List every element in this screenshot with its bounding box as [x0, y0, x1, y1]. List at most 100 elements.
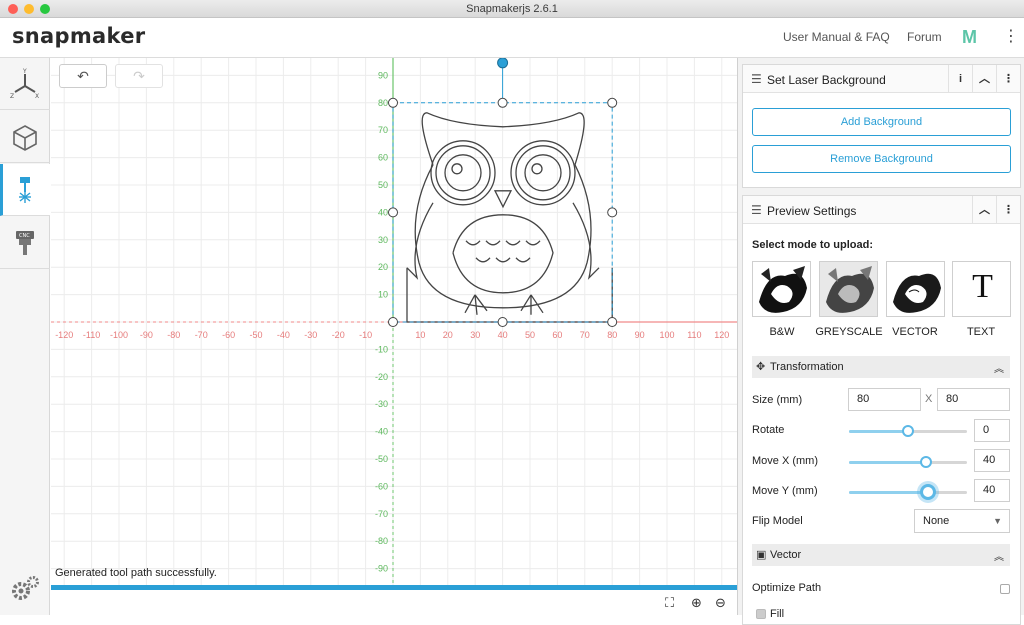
image-icon: ▣	[756, 549, 767, 561]
y-tick-label: -20	[375, 372, 388, 382]
move-x-slider[interactable]	[849, 456, 967, 468]
brand-m-icon[interactable]: M	[962, 27, 977, 48]
rotate-input[interactable]: 0	[974, 419, 1010, 442]
y-tick-label: -40	[375, 427, 388, 437]
svg-text:CNC: CNC	[19, 233, 30, 239]
move-x-label: Move X (mm)	[752, 455, 818, 467]
collapse-icon[interactable]: ︿	[972, 196, 996, 224]
fit-view-icon[interactable]: ⛶	[665, 595, 674, 611]
canvas-bottom-toolbar: ⛶ ⊕ ⊖	[51, 590, 737, 615]
resize-handle	[607, 207, 618, 218]
y-tick-label: 30	[378, 235, 388, 245]
minimize-window-button[interactable]	[24, 4, 34, 14]
y-tick-label: -90	[375, 564, 388, 574]
add-background-button[interactable]: Add Background	[752, 108, 1011, 136]
flip-model-select[interactable]: None ▼	[914, 509, 1010, 533]
x-tick-label: 50	[525, 330, 535, 340]
resize-handle	[388, 207, 398, 218]
transformation-title: Transformation	[770, 361, 844, 373]
move-y-slider[interactable]	[849, 484, 967, 500]
undo-button[interactable]: ↶	[59, 64, 107, 88]
redo-button[interactable]: ↷	[115, 64, 163, 88]
y-tick-label: -70	[375, 509, 388, 519]
drag-handle-icon[interactable]: ☰	[751, 203, 762, 217]
axes-icon: Y Z X	[10, 68, 39, 100]
collapse-chevron-icon: ︽	[994, 364, 1004, 375]
info-icon[interactable]: i	[948, 65, 972, 93]
x-tick-label: 40	[498, 330, 508, 340]
transform-icon: ✥	[756, 361, 766, 373]
mode-card-greyscale[interactable]	[819, 261, 878, 317]
rotate-slider-fill	[849, 430, 908, 433]
move-y-input[interactable]: 40	[974, 479, 1010, 502]
zoom-window-button[interactable]	[40, 4, 50, 14]
leftbar-item-laser[interactable]	[0, 164, 50, 216]
move-y-slider-handle[interactable]	[920, 484, 937, 500]
x-tick-label: 120	[714, 330, 729, 340]
laser-background-widget: ☰ Set Laser Background i ︿ ⋮ Add Backgro…	[742, 64, 1021, 188]
right-panel: ☰ Set Laser Background i ︿ ⋮ Add Backgro…	[737, 58, 1024, 625]
cnc-icon: CNC	[16, 231, 34, 255]
x-tick-label: -50	[249, 330, 262, 340]
y-tick-label: 90	[378, 70, 388, 80]
size-height-input[interactable]: 80	[937, 388, 1010, 411]
forum-link[interactable]: Forum	[907, 30, 942, 44]
remove-background-button[interactable]: Remove Background	[752, 145, 1011, 173]
fill-checkbox[interactable]	[756, 609, 766, 619]
workspace-grid: -120 -110 -100 -90 -80 -70 -60 -50 -40 -30 -20 -10 1…	[51, 58, 737, 585]
zoom-in-icon[interactable]: ⊕	[691, 595, 702, 611]
leftbar-item-axes[interactable]: Y Z X	[0, 58, 50, 110]
gear-icon[interactable]	[10, 573, 40, 603]
mode-card-text[interactable]: T	[952, 261, 1011, 317]
left-toolbar: Y Z X CNC	[0, 58, 50, 615]
y-tick-label: 80	[378, 98, 388, 108]
svg-text:Y: Y	[22, 68, 27, 75]
flip-model-label: Flip Model	[752, 515, 803, 527]
laser-icon	[19, 177, 31, 203]
rotate-label: Rotate	[752, 424, 785, 436]
user-manual-link[interactable]: User Manual & FAQ	[783, 30, 890, 44]
x-tick-label: -60	[222, 330, 235, 340]
y-tick-label: 70	[378, 125, 388, 135]
leftbar-item-3dp[interactable]	[0, 111, 50, 163]
move-x-slider-handle[interactable]	[919, 456, 932, 468]
y-tick-label: 60	[378, 153, 388, 163]
close-window-button[interactable]	[8, 4, 18, 14]
rotate-slider-handle[interactable]	[902, 425, 914, 437]
x-tick-label: -10	[359, 330, 372, 340]
workspace-canvas[interactable]: -120 -110 -100 -90 -80 -70 -60 -50 -40 -30 -20 -10 1…	[51, 58, 737, 585]
x-tick-label: -90	[140, 330, 153, 340]
x-tick-label: -20	[332, 330, 345, 340]
app-header: snapmaker User Manual & FAQ Forum M ⋮	[0, 18, 1024, 58]
greyscale-preview-image	[820, 262, 877, 316]
kebab-icon[interactable]: ⋮	[1003, 26, 1019, 46]
move-x-input[interactable]: 40	[974, 449, 1010, 472]
zoom-out-icon[interactable]: ⊖	[715, 595, 726, 611]
size-label: Size (mm)	[752, 394, 803, 406]
mode-card-bw[interactable]	[752, 261, 811, 317]
resize-handle	[497, 317, 508, 327]
rotate-slider[interactable]	[849, 425, 967, 437]
mode-card-vector[interactable]	[886, 261, 945, 317]
cube-icon	[13, 125, 37, 151]
mode-label-bw: B&W	[769, 326, 795, 338]
y-tick-label: 20	[378, 262, 388, 272]
x-tick-label: 30	[470, 330, 480, 340]
leftbar-item-cnc[interactable]: CNC	[0, 217, 50, 269]
window-titlebar: Snapmakerjs 2.6.1	[0, 0, 1024, 18]
mode-label-greyscale: GREYSCALE	[815, 326, 883, 338]
widget-menu-icon[interactable]: ⋮	[996, 65, 1020, 93]
size-width-input[interactable]: 80	[848, 388, 921, 411]
optimize-path-checkbox[interactable]	[1000, 584, 1010, 594]
transformation-section-header[interactable]: ✥ Transformation ︽	[752, 356, 1010, 378]
move-y-label: Move Y (mm)	[752, 485, 818, 497]
resize-handle	[607, 317, 618, 327]
mode-label-vector: VECTOR	[892, 326, 938, 338]
fill-label: Fill	[770, 608, 785, 620]
drag-handle-icon[interactable]: ☰	[751, 72, 762, 86]
collapse-icon[interactable]: ︿	[972, 65, 996, 93]
widget-menu-icon[interactable]: ⋮	[996, 196, 1020, 224]
svg-text:Z: Z	[10, 93, 14, 100]
widget-title: Preview Settings	[767, 204, 857, 218]
vector-section-header[interactable]: ▣ Vector ︽	[752, 544, 1010, 566]
